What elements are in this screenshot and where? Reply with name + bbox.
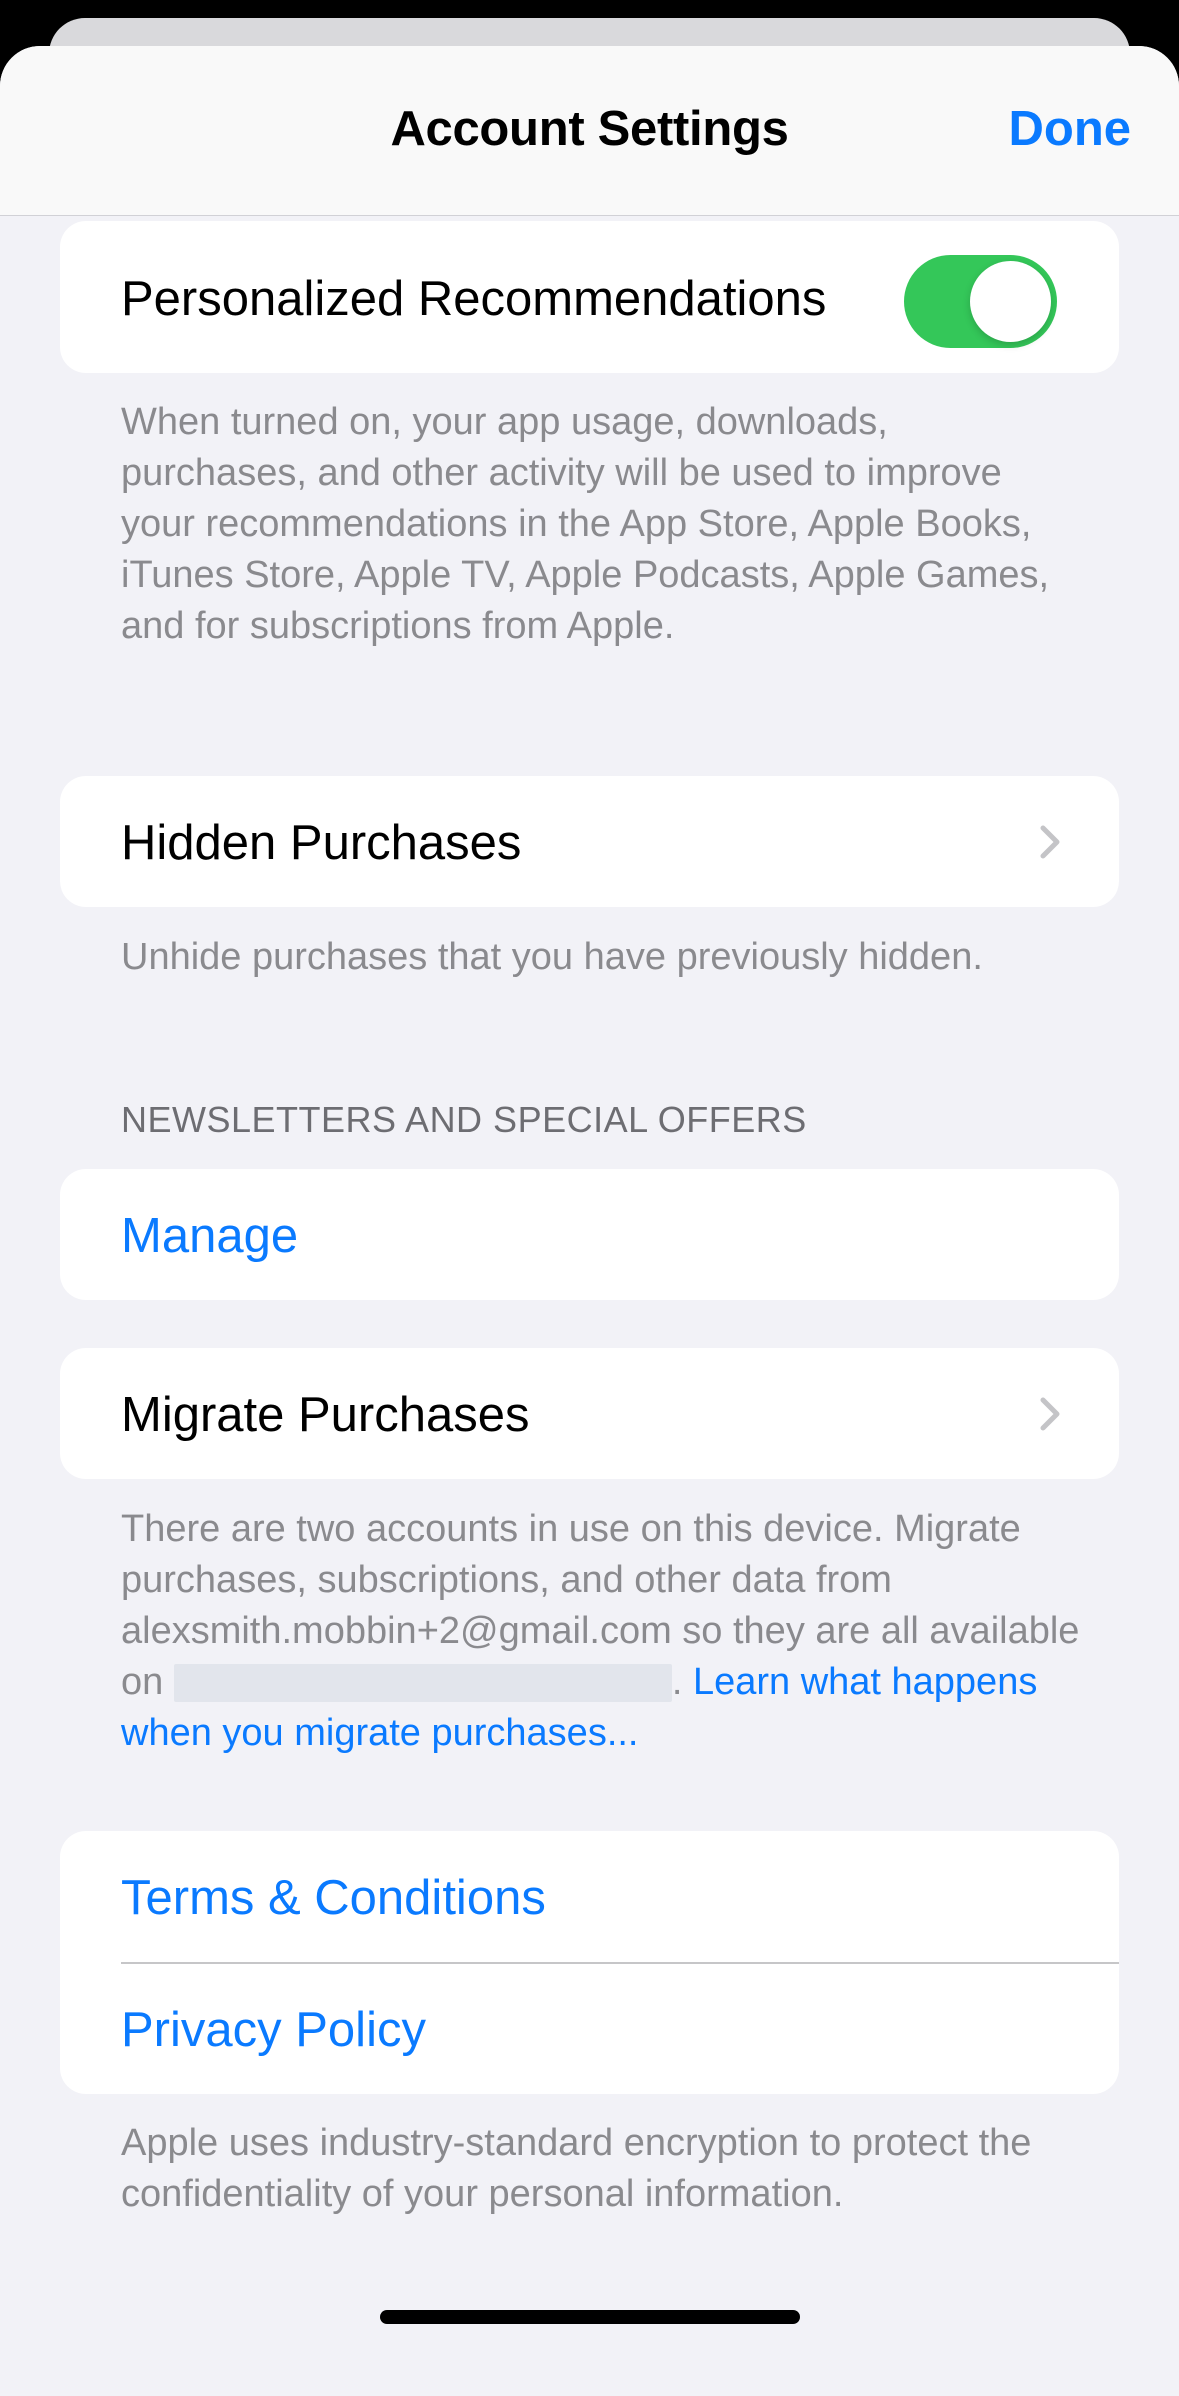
migrate-purchases-label: Migrate Purchases <box>121 1388 530 1442</box>
redacted-email <box>173 1664 672 1702</box>
newsletters-card[interactable]: Manage <box>60 1169 1119 1300</box>
account-settings-sheet: Account Settings Done Personalized Recom… <box>0 46 1179 2396</box>
privacy-row[interactable]: Privacy Policy <box>60 1963 1119 2094</box>
page-title: Account Settings <box>390 102 789 156</box>
personalized-recommendations-row: Personalized Recommendations <box>60 221 1119 373</box>
personalized-recommendations-toggle[interactable] <box>904 255 1057 348</box>
hidden-purchases-row[interactable]: Hidden Purchases <box>60 776 1119 907</box>
done-button[interactable]: Done <box>1009 101 1132 157</box>
home-indicator[interactable] <box>380 2310 800 2324</box>
chevron-right-icon <box>1040 1397 1060 1431</box>
toggle-knob <box>970 261 1051 342</box>
manage-row[interactable]: Manage <box>60 1169 1119 1300</box>
newsletters-section-header: NEWSLETTERS AND SPECIAL OFFERS <box>121 1099 807 1140</box>
hidden-purchases-label: Hidden Purchases <box>121 816 522 870</box>
migrate-purchases-footer: There are two accounts in use on this de… <box>121 1504 1081 1759</box>
personalized-recommendations-card: Personalized Recommendations <box>60 221 1119 373</box>
privacy-policy-link[interactable]: Privacy Policy <box>121 2002 426 2058</box>
hidden-purchases-footer: Unhide purchases that you have previousl… <box>121 936 983 978</box>
migrate-purchases-row[interactable]: Migrate Purchases <box>60 1348 1119 1479</box>
migrate-footer-period: . <box>671 1661 693 1703</box>
legal-footer: Apple uses industry-standard encryption … <box>121 2122 1032 2215</box>
terms-row[interactable]: Terms & Conditions <box>60 1831 1119 1962</box>
terms-conditions-link[interactable]: Terms & Conditions <box>121 1870 546 1926</box>
navigation-bar: Account Settings Done <box>0 46 1179 216</box>
hidden-purchases-card[interactable]: Hidden Purchases <box>60 776 1119 907</box>
migrate-purchases-card[interactable]: Migrate Purchases <box>60 1348 1119 1479</box>
personalized-recommendations-footer: When turned on, your app usage, download… <box>121 401 1050 647</box>
manage-button[interactable]: Manage <box>121 1208 298 1264</box>
chevron-right-icon <box>1040 825 1060 859</box>
personalized-recommendations-label: Personalized Recommendations <box>121 272 827 326</box>
legal-card: Terms & Conditions Privacy Policy <box>60 1831 1119 2094</box>
